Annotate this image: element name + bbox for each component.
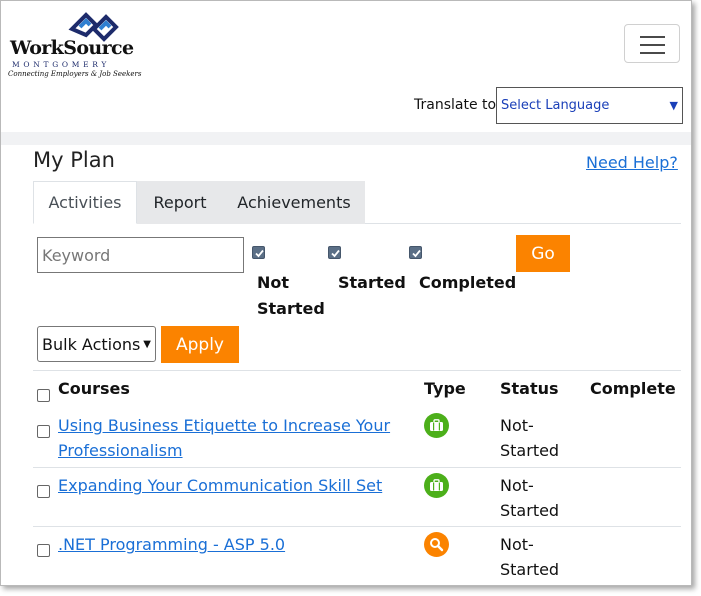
row-divider — [33, 526, 681, 527]
status-line1: Not- — [500, 535, 534, 554]
keyword-input[interactable]: Keyword — [37, 237, 244, 273]
status-line1: Not- — [500, 476, 534, 495]
bulk-actions-select[interactable]: Bulk Actions ▼ — [37, 326, 156, 362]
checkmark-icon — [255, 249, 264, 258]
chevron-down-icon: ▼ — [143, 338, 151, 350]
hamburger-icon — [640, 52, 665, 54]
not-started-label-line2: Started — [257, 299, 325, 318]
logo-brand-text: WorkSource — [10, 37, 134, 59]
checkmark-icon — [412, 249, 421, 258]
not-started-label-line1: Not — [257, 273, 290, 292]
go-button[interactable]: Go — [516, 235, 570, 272]
briefcase-icon — [424, 413, 449, 438]
course-link[interactable]: .NET Programming - ASP 5.0 — [58, 532, 398, 557]
row-status: Not- Started — [500, 413, 559, 463]
chevron-down-icon: ▼ — [669, 99, 678, 112]
language-select-value: Select Language — [501, 98, 610, 113]
status-line1: Not- — [500, 416, 534, 435]
course-title-line1: .NET Programming - ASP 5.0 — [58, 535, 286, 554]
tab-bar: Activities Report Achievements — [33, 181, 681, 224]
bulk-actions-value: Bulk Actions — [42, 334, 141, 354]
hamburger-icon — [640, 44, 665, 46]
column-header-complete[interactable]: Complete — [590, 379, 676, 398]
keyword-placeholder: Keyword — [42, 245, 111, 265]
table-top-border — [33, 370, 681, 371]
row-checkbox[interactable] — [37, 544, 50, 557]
started-checkbox[interactable] — [328, 246, 341, 259]
status-line2: Started — [500, 501, 560, 520]
completed-checkbox[interactable] — [409, 246, 422, 259]
tab-activities[interactable]: Activities — [33, 181, 137, 224]
header-divider — [1, 132, 691, 145]
row-status: Not- Started — [500, 532, 559, 582]
course-link[interactable]: Using Business Etiquette to Increase You… — [58, 413, 398, 463]
app-window: WorkSource MONTGOMERY Connecting Employe… — [0, 0, 692, 586]
checkmark-icon — [331, 249, 340, 258]
column-header-type[interactable]: Type — [424, 379, 466, 398]
row-checkbox[interactable] — [37, 485, 50, 498]
select-all-checkbox[interactable] — [37, 389, 50, 402]
course-title-line2: Professionalism — [58, 441, 183, 460]
column-header-status[interactable]: Status — [500, 379, 559, 398]
status-line2: Started — [500, 560, 560, 579]
worksource-logo[interactable]: WorkSource MONTGOMERY Connecting Employe… — [8, 7, 141, 81]
translate-label: Translate to: — [414, 97, 501, 113]
page-title: My Plan — [33, 148, 115, 172]
course-title-line1: Using Business Etiquette to Increase You… — [58, 416, 391, 435]
menu-toggle-button[interactable] — [624, 24, 680, 63]
column-header-courses[interactable]: Courses — [58, 379, 130, 398]
row-checkbox[interactable] — [37, 425, 50, 438]
course-title-line1: Expanding Your Communication Skill Set — [58, 476, 383, 495]
course-link[interactable]: Expanding Your Communication Skill Set — [58, 473, 398, 498]
logo-sub-text: MONTGOMERY — [12, 60, 111, 69]
apply-button[interactable]: Apply — [161, 326, 239, 363]
not-started-label: Not Started — [257, 270, 325, 322]
search-icon — [424, 532, 449, 557]
status-line2: Started — [500, 441, 560, 460]
need-help-link[interactable]: Need Help? — [586, 153, 678, 172]
language-select[interactable]: Select Language ▼ — [496, 87, 683, 124]
tab-achievements[interactable]: Achievements — [223, 181, 365, 224]
started-label: Started — [338, 273, 406, 292]
row-divider — [33, 467, 681, 468]
briefcase-icon — [424, 473, 449, 498]
hamburger-icon — [640, 36, 665, 38]
row-status: Not- Started — [500, 473, 559, 523]
not-started-checkbox[interactable] — [252, 246, 265, 259]
completed-label: Completed — [419, 273, 517, 292]
logo-tagline: Connecting Employers & Job Seekers — [8, 70, 142, 78]
tab-report[interactable]: Report — [137, 181, 223, 224]
